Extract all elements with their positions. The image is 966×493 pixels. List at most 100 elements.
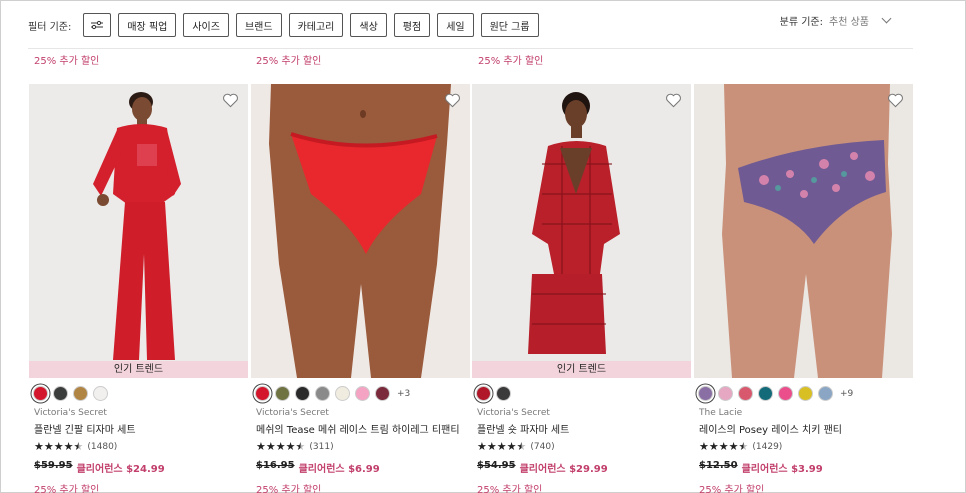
filter-chip-size[interactable]: 사이즈 (183, 13, 229, 37)
promo-text: 25% 추가 할인 (34, 485, 100, 493)
promo-text: 25% 추가 할인 (699, 485, 765, 493)
color-swatch[interactable] (295, 386, 310, 401)
filter-chip-brand[interactable]: 브랜드 (235, 13, 282, 37)
divider (28, 48, 913, 49)
product-card[interactable]: +3 Victoria's Secret 메쉬의 Tease 메쉬 레이스 트림… (251, 84, 470, 493)
heart-icon[interactable] (665, 93, 682, 108)
original-price: $54.95 (477, 460, 516, 471)
review-count: (740) (530, 441, 555, 452)
sliders-icon (91, 20, 104, 30)
color-swatches (33, 386, 108, 401)
product-price: $59.95 클리어런스 $24.99 (34, 460, 165, 475)
color-swatch[interactable] (255, 386, 270, 401)
sort-dropdown[interactable]: 분류 기준: 추천 상품 (779, 13, 892, 28)
product-price: $12.50 클리어런스 $3.99 (699, 460, 823, 475)
filter-settings-button[interactable] (83, 13, 112, 37)
color-swatches (476, 386, 511, 401)
color-swatch[interactable] (335, 386, 350, 401)
original-price: $12.50 (699, 460, 738, 471)
heart-icon[interactable] (444, 93, 461, 108)
color-swatch[interactable] (33, 386, 48, 401)
promo-text: 25% 추가 할인 (478, 56, 544, 67)
filter-chip-rating[interactable]: 평점 (393, 13, 431, 37)
promo-text: 25% 추가 할인 (34, 56, 100, 67)
color-swatches: +9 (698, 386, 853, 401)
product-image[interactable]: 인기 트렌드 (29, 84, 248, 378)
color-swatch[interactable] (53, 386, 68, 401)
color-swatch[interactable] (476, 386, 491, 401)
more-colors-count[interactable]: +3 (397, 389, 410, 399)
chevron-down-icon (881, 13, 892, 24)
product-name[interactable]: 메쉬의 Tease 메쉬 레이스 트림 하이레그 티팬티 (256, 421, 460, 436)
product-rating: ★ ★ ★ ★ ★ (1429) (699, 441, 782, 452)
color-swatch[interactable] (738, 386, 753, 401)
model-photo (29, 84, 248, 378)
product-image[interactable] (694, 84, 913, 378)
color-swatch[interactable] (718, 386, 733, 401)
color-swatch[interactable] (93, 386, 108, 401)
original-price: $16.95 (256, 460, 295, 471)
sale-price: 클리어런스 $3.99 (741, 464, 823, 475)
trending-badge: 인기 트렌드 (472, 361, 691, 378)
product-image[interactable]: 인기 트렌드 (472, 84, 691, 378)
product-price: $54.95 클리어런스 $29.99 (477, 460, 608, 475)
review-count: (1480) (87, 441, 118, 452)
color-swatch[interactable] (73, 386, 88, 401)
color-swatches: +3 (255, 386, 410, 401)
product-rating: ★ ★ ★ ★ ★ (311) (256, 441, 334, 452)
sale-price: 클리어런스 $29.99 (519, 464, 608, 475)
star-rating-icon: ★ ★ ★ ★ ★ (477, 440, 527, 453)
model-photo (472, 84, 691, 378)
product-price: $16.95 클리어런스 $6.99 (256, 460, 380, 475)
color-swatch[interactable] (375, 386, 390, 401)
sort-label: 분류 기준: (779, 17, 824, 28)
filter-chip-category[interactable]: 카테고리 (288, 13, 344, 37)
product-card[interactable]: +9 The Lacie 레이스의 Posey 레이스 치키 팬티 ★ ★ ★ ★ ★ … (694, 84, 913, 493)
product-name[interactable]: 플란넬 숏 파자마 세트 (477, 421, 569, 436)
product-name[interactable]: 플란넬 긴팔 티자마 세트 (34, 421, 136, 436)
color-swatch[interactable] (275, 386, 290, 401)
product-brand: Victoria's Secret (256, 408, 329, 418)
star-rating-icon: ★ ★ ★ ★ ★ (699, 440, 749, 453)
filter-chip-fabric[interactable]: 원단 그룹 (480, 13, 539, 37)
product-image[interactable] (251, 84, 470, 378)
color-swatch[interactable] (698, 386, 713, 401)
star-rating-icon: ★ ★ ★ ★ ★ (34, 440, 84, 453)
color-swatch[interactable] (778, 386, 793, 401)
promo-text: 25% 추가 할인 (477, 485, 543, 493)
product-brand: Victoria's Secret (34, 408, 107, 418)
product-rating: ★ ★ ★ ★ ★ (740) (477, 441, 555, 452)
promo-text: 25% 추가 할인 (256, 485, 322, 493)
trending-badge: 인기 트렌드 (29, 361, 248, 378)
product-card[interactable]: 인기 트렌드 Victoria's Secret 플란넬 숏 파자마 세트 ★ ★… (472, 84, 691, 493)
review-count: (1429) (752, 441, 783, 452)
color-swatch[interactable] (355, 386, 370, 401)
filter-chip-color[interactable]: 색상 (350, 13, 387, 37)
sale-price: 클리어런스 $6.99 (298, 464, 380, 475)
heart-icon[interactable] (887, 93, 904, 108)
model-photo (694, 84, 913, 378)
filter-chip-store-pickup[interactable]: 매장 픽업 (118, 13, 177, 37)
review-count: (311) (309, 441, 334, 452)
sale-price: 클리어런스 $24.99 (76, 464, 165, 475)
filter-chip-sale[interactable]: 세일 (437, 13, 474, 37)
heart-icon[interactable] (222, 93, 239, 108)
sort-value: 추천 상품 (829, 17, 869, 28)
filter-bar: 필터 기준: 매장 픽업 사이즈 브랜드 카테고리 색상 평점 세일 원단 그룹 (28, 12, 539, 38)
filter-label: 필터 기준: (28, 21, 72, 33)
model-photo (251, 84, 470, 378)
color-swatch[interactable] (496, 386, 511, 401)
color-swatch[interactable] (758, 386, 773, 401)
product-rating: ★ ★ ★ ★ ★ (1480) (34, 441, 117, 452)
promo-text: 25% 추가 할인 (256, 56, 322, 67)
original-price: $59.95 (34, 460, 73, 471)
product-card[interactable]: 인기 트렌드 Victoria's Secret 플란넬 긴팔 티자마 세트 ★… (29, 84, 248, 493)
color-swatch[interactable] (818, 386, 833, 401)
product-brand: Victoria's Secret (477, 408, 550, 418)
product-brand: The Lacie (699, 408, 743, 418)
color-swatch[interactable] (798, 386, 813, 401)
star-rating-icon: ★ ★ ★ ★ ★ (256, 440, 306, 453)
color-swatch[interactable] (315, 386, 330, 401)
more-colors-count[interactable]: +9 (840, 389, 853, 399)
product-name[interactable]: 레이스의 Posey 레이스 치키 팬티 (699, 421, 842, 436)
